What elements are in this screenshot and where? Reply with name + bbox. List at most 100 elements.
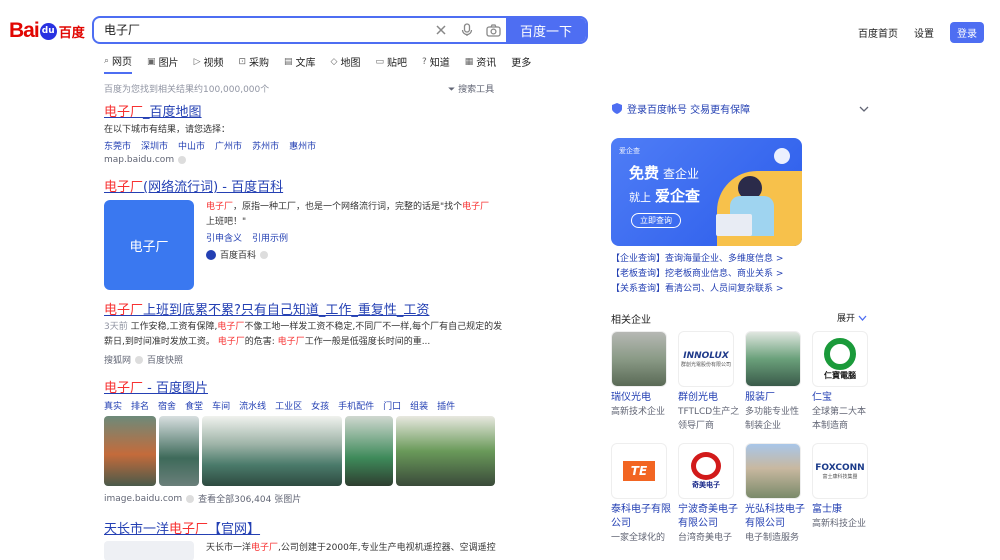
ad-link[interactable]: 【老板查询】挖老板商业信息、商业关系 > [611, 267, 783, 282]
company-logo: 仁寶電腦 [812, 331, 868, 387]
ad-link[interactable]: 【企业查询】查询海量企业、多维度信息 > [611, 252, 783, 267]
document-icon: ▤ [284, 56, 293, 67]
tab-news[interactable]: ▦ 资讯 [465, 53, 497, 74]
baike-icon [206, 249, 216, 260]
baike-link[interactable]: 引用示例 [252, 231, 288, 244]
official-thumbnail[interactable] [104, 541, 194, 560]
city-link[interactable]: 广州市 [215, 139, 242, 152]
login-button[interactable]: 登录 [950, 22, 984, 43]
ad-small: 就上 [629, 191, 651, 204]
baidu-logo[interactable]: Bai du 百度 [9, 18, 85, 44]
image-tag[interactable]: 宿舍 [158, 399, 176, 412]
company-logo: INNOLUX 群創光電股份有限公司 [678, 331, 734, 387]
image-tag[interactable]: 门口 [383, 399, 401, 412]
result-title[interactable]: 电子厂 - 百度图片 [104, 377, 504, 396]
city-link[interactable]: 中山市 [178, 139, 205, 152]
baike-thumbnail[interactable]: 电子厂 [104, 200, 194, 290]
settings-link[interactable]: 设置 [914, 25, 934, 40]
tab-images[interactable]: ▣ 图片 [147, 53, 179, 74]
source-name[interactable]: 百度百科 [220, 248, 256, 261]
tab-label: 贴吧 [386, 58, 407, 69]
company-card[interactable]: 奇美电子 宁波奇美电子有限公司 台湾奇美电子 [678, 443, 740, 545]
image-tag[interactable]: 流水线 [239, 399, 266, 412]
aiqicha-ad-banner[interactable]: 爱企查 免费 查企业 就上 爱企查 立即查询 [611, 138, 802, 246]
tab-web[interactable]: ⌕ 网页 [104, 53, 133, 74]
tab-purchase[interactable]: ⊡ 采购 [238, 53, 269, 74]
company-card[interactable]: 光弘科技电子有限公司 电子制造服务 [745, 443, 807, 545]
source-name[interactable]: 搜狐网 [104, 353, 131, 366]
factory-photo[interactable] [345, 416, 393, 486]
company-logo: TE [611, 443, 667, 499]
image-tag[interactable]: 真实 [104, 399, 122, 412]
title-em: 电子厂 [104, 180, 144, 195]
result-title[interactable]: 电子厂上班到底累不累?只有自己知道_工作_重复性_工资 [104, 299, 504, 318]
home-link[interactable]: 百度首页 [858, 25, 898, 40]
tab-label: 知道 [429, 58, 450, 69]
tab-more[interactable]: 更多 [511, 53, 531, 74]
ad-query-button[interactable]: 立即查询 [631, 213, 681, 228]
account-banner[interactable]: 登录百度帐号 交易更有保障 [611, 101, 869, 116]
clear-icon[interactable] [428, 18, 454, 42]
safety-icon [135, 355, 144, 364]
image-tag[interactable]: 组装 [410, 399, 428, 412]
search-tools[interactable]: ⏷ 搜索工具 [448, 82, 494, 95]
video-icon: ▷ [193, 56, 201, 67]
result-count: 百度为您找到相关结果约100,000,000个 [104, 85, 270, 95]
result-title[interactable]: 电子厂(网络流行词) - 百度百科 [104, 176, 504, 195]
source-url[interactable]: map.baidu.com [104, 155, 174, 165]
result-desc: 3天前 工作安稳,工资有保障,电子厂不像工地一样发工资不稳定,不同厂不一样,每个… [104, 320, 504, 350]
factory-photo[interactable] [202, 416, 342, 486]
image-tag[interactable]: 女孩 [311, 399, 329, 412]
company-desc: 电子制造服务 [745, 533, 800, 543]
company-card[interactable]: 服装厂 多功能专业性制装企业 [745, 331, 807, 433]
search-button[interactable]: 百度一下 [506, 18, 586, 42]
result-map: 电子厂_百度地图 在以下城市有结果，请您选择： 东莞市 深圳市 中山市 广州市 … [104, 101, 504, 165]
desc-em: 电子厂 [462, 202, 490, 212]
foxconn-logo-text: FOXCONN [815, 462, 865, 473]
snapshot-link[interactable]: 百度快照 [147, 353, 183, 366]
city-link[interactable]: 惠州市 [289, 139, 316, 152]
image-tag[interactable]: 食堂 [185, 399, 203, 412]
search-input[interactable]: 电子厂 [94, 18, 428, 42]
factory-photo[interactable] [104, 416, 156, 486]
search-tools-label: 搜索工具 [458, 85, 495, 95]
tab-zhidao[interactable]: ? 知道 [422, 53, 450, 74]
factory-photo[interactable] [396, 416, 495, 486]
company-card[interactable]: 瑞仪光电 高新技术企业 [611, 331, 673, 419]
tab-tieba[interactable]: ▭ 贴吧 [375, 53, 407, 74]
result-date: 3天前 [104, 322, 128, 332]
expand-button[interactable]: 展开 [837, 311, 867, 324]
tab-map[interactable]: ◇ 地图 [331, 53, 361, 74]
company-card[interactable]: FOXCONN 富士康科技集團 富士康 高新科技企业 [812, 443, 874, 531]
chevron-down-icon[interactable] [859, 106, 869, 112]
factory-photo[interactable] [159, 416, 199, 486]
view-all-images-link[interactable]: 查看全部306,404 张图片 [198, 492, 301, 505]
tab-label: 图片 [158, 58, 179, 69]
company-card[interactable]: INNOLUX 群創光電股份有限公司 群创光电 TFTLCD生产之领导厂商 [678, 331, 740, 433]
city-link[interactable]: 深圳市 [141, 139, 168, 152]
ad-brand: 爱企查 [619, 147, 640, 155]
result-title[interactable]: 电子厂_百度地图 [104, 101, 504, 120]
result-images: 电子厂 - 百度图片 真实 排名 宿舍 食堂 车间 流水线 工业区 女孩 手机配… [104, 377, 504, 505]
image-tag[interactable]: 车间 [212, 399, 230, 412]
result-source: 搜狐网 百度快照 [104, 353, 504, 366]
image-tag[interactable]: 插件 [437, 399, 455, 412]
baike-link[interactable]: 引申含义 [206, 231, 242, 244]
city-link[interactable]: 东莞市 [104, 139, 131, 152]
voice-search-icon[interactable] [454, 18, 480, 42]
company-card[interactable]: TE 泰科电子有限公司 一家全球化的 [611, 443, 673, 545]
tab-label: 采购 [249, 58, 270, 69]
tab-video[interactable]: ▷ 视频 [194, 53, 224, 74]
result-title[interactable]: 天长市一洋电子厂【官网】 [104, 518, 504, 537]
image-tag[interactable]: 工业区 [275, 399, 302, 412]
source-url[interactable]: image.baidu.com [104, 494, 182, 504]
camera-search-icon[interactable] [480, 18, 506, 42]
image-tag[interactable]: 手机配件 [338, 399, 374, 412]
ad-link[interactable]: 【关系查询】看清公司、人员间复杂联系 > [611, 282, 783, 297]
city-link[interactable]: 苏州市 [252, 139, 279, 152]
innolux-logo-sub: 群創光電股份有限公司 [680, 361, 731, 368]
safety-icon [260, 250, 269, 259]
image-tag[interactable]: 排名 [131, 399, 149, 412]
tab-wenku[interactable]: ▤ 文库 [284, 53, 316, 74]
company-card[interactable]: 仁寶電腦 仁宝 全球第二大本本制造商 [812, 331, 874, 433]
